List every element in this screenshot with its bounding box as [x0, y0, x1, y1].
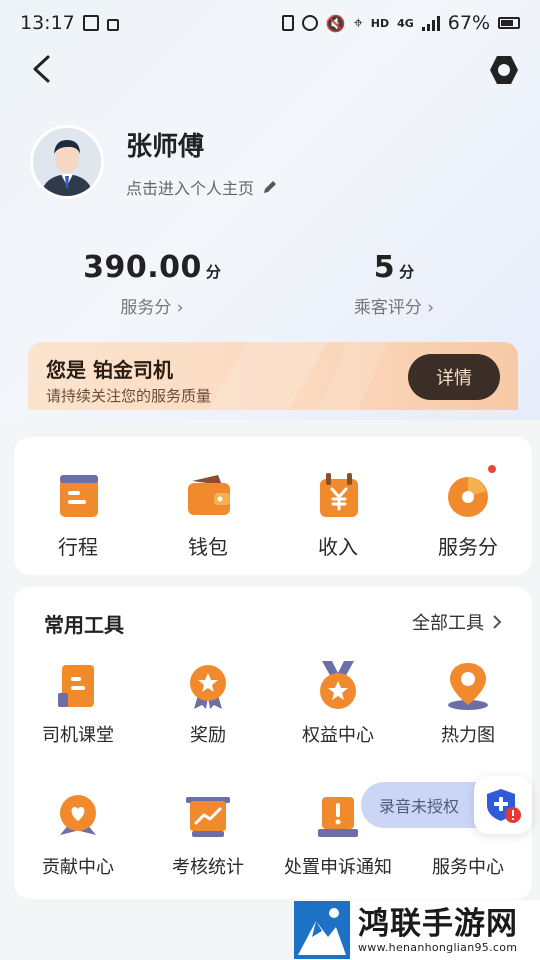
service-score-label: 服务分 › [120, 298, 184, 318]
tool-label: 贡献中心 [42, 857, 114, 878]
quick-menu-card: 行程 钱包 收入 服务分 [14, 437, 532, 575]
settings-button[interactable] [486, 52, 522, 88]
all-tools-label: 全部工具 [412, 613, 484, 634]
profile-link-text: 点击进入个人主页 [126, 178, 255, 198]
service-score-value: 390.00 [83, 250, 202, 285]
back-button[interactable] [26, 54, 56, 84]
tool-label: 服务中心 [432, 857, 504, 878]
hd-indicator: HD [370, 16, 390, 30]
site-watermark: 鸿联手游网 www.henanhonglian95.com [294, 900, 540, 960]
all-tools-link[interactable]: 全部工具 [412, 609, 502, 635]
location-icon: ⌖ [353, 13, 363, 32]
watermark-url: www.henanhonglian95.com [358, 940, 518, 954]
battery-icon [498, 17, 520, 29]
tool-benefits[interactable]: 权益中心 [278, 659, 398, 747]
quick-item-label: 收入 [318, 535, 358, 559]
income-icon [320, 473, 358, 517]
wallet-icon [188, 475, 230, 515]
passenger-rating-unit: 分 [399, 263, 415, 281]
recording-notice-text: 录音未授权 [379, 797, 460, 816]
quick-item-income[interactable]: 收入 [278, 469, 398, 560]
tool-classroom[interactable]: 司机课堂 [18, 659, 138, 747]
passenger-rating-stat[interactable]: 5 分 乘客评分 › [284, 250, 504, 318]
benefits-icon [320, 661, 356, 709]
status-time: 13:17 [20, 12, 75, 34]
classroom-icon [58, 665, 94, 707]
tool-label: 考核统计 [172, 857, 244, 878]
quick-item-label: 服务分 [438, 535, 498, 559]
profile-link[interactable]: 点击进入个人主页 [126, 175, 278, 199]
settings-icon [490, 56, 518, 84]
tool-contribution[interactable]: 贡献中心 [18, 791, 138, 879]
reward-icon [190, 665, 226, 709]
quick-item-label: 行程 [58, 535, 98, 559]
tool-label: 权益中心 [302, 725, 374, 746]
driver-level-subtitle: 请持续关注您的服务质量 [46, 387, 212, 405]
chevron-right-icon [493, 615, 502, 629]
tool-label: 奖励 [190, 725, 226, 746]
watermark-title: 鸿联手游网 [358, 905, 518, 942]
battery-percent: 67% [447, 12, 490, 34]
passenger-rating-value: 5 [373, 250, 396, 285]
service-score-stat[interactable]: 390.00 分 服务分 › [42, 250, 262, 318]
driver-level-title: 您是 铂金司机 [46, 358, 173, 382]
tool-label: 热力图 [441, 725, 495, 746]
contribution-icon [60, 795, 96, 835]
status-bar: 13:17 🔇 ⌖ HD 4G 67% [0, 0, 540, 46]
alarm-icon [301, 15, 318, 31]
assessment-icon [186, 797, 230, 837]
image-icon [82, 15, 99, 31]
common-tools-card: 常用工具 全部工具 司机课堂 奖励 权益中心 热力图 贡献中心 考核统计 处置申… [14, 587, 532, 899]
driver-level-banner: 您是 铂金司机 请持续关注您的服务质量 详情 [28, 342, 518, 410]
profile-section[interactable]: 张师傅 点击进入个人主页 [30, 125, 278, 199]
quick-item-wallet[interactable]: 钱包 [148, 469, 268, 560]
lock-icon [106, 19, 119, 31]
tool-heatmap[interactable]: 热力图 [408, 659, 528, 747]
quick-item-label: 钱包 [188, 535, 228, 559]
service-score-unit: 分 [205, 263, 221, 281]
driver-avatar-icon [33, 128, 101, 196]
tool-label: 处置申诉通知 [284, 857, 392, 878]
tool-reward[interactable]: 奖励 [148, 659, 268, 747]
level-details-button[interactable]: 详情 [408, 354, 500, 400]
mute-icon: 🔇 [325, 13, 346, 33]
quick-item-trip[interactable]: 行程 [18, 469, 138, 560]
avatar[interactable] [30, 125, 104, 199]
signal-icon [421, 15, 440, 31]
watermark-logo-icon [294, 901, 350, 959]
tools-title: 常用工具 [44, 613, 124, 637]
passenger-rating-label: 乘客评分 › [353, 298, 435, 318]
driver-name: 张师傅 [126, 131, 205, 162]
trip-icon [60, 475, 98, 517]
tool-label: 司机课堂 [42, 725, 114, 746]
network-indicator: 4G [397, 16, 414, 30]
edit-pencil-icon [264, 180, 277, 193]
safety-shield-button[interactable] [474, 776, 532, 834]
notification-dot [488, 465, 496, 473]
sim-icon [281, 15, 294, 31]
shield-icon [487, 789, 521, 823]
heatmap-icon [448, 663, 488, 710]
quick-item-service-score[interactable]: 服务分 [408, 465, 528, 560]
service-score-icon [448, 477, 488, 517]
back-arrow-icon [33, 55, 50, 83]
appeal-icon [318, 797, 358, 837]
tool-assessment[interactable]: 考核统计 [148, 791, 268, 879]
